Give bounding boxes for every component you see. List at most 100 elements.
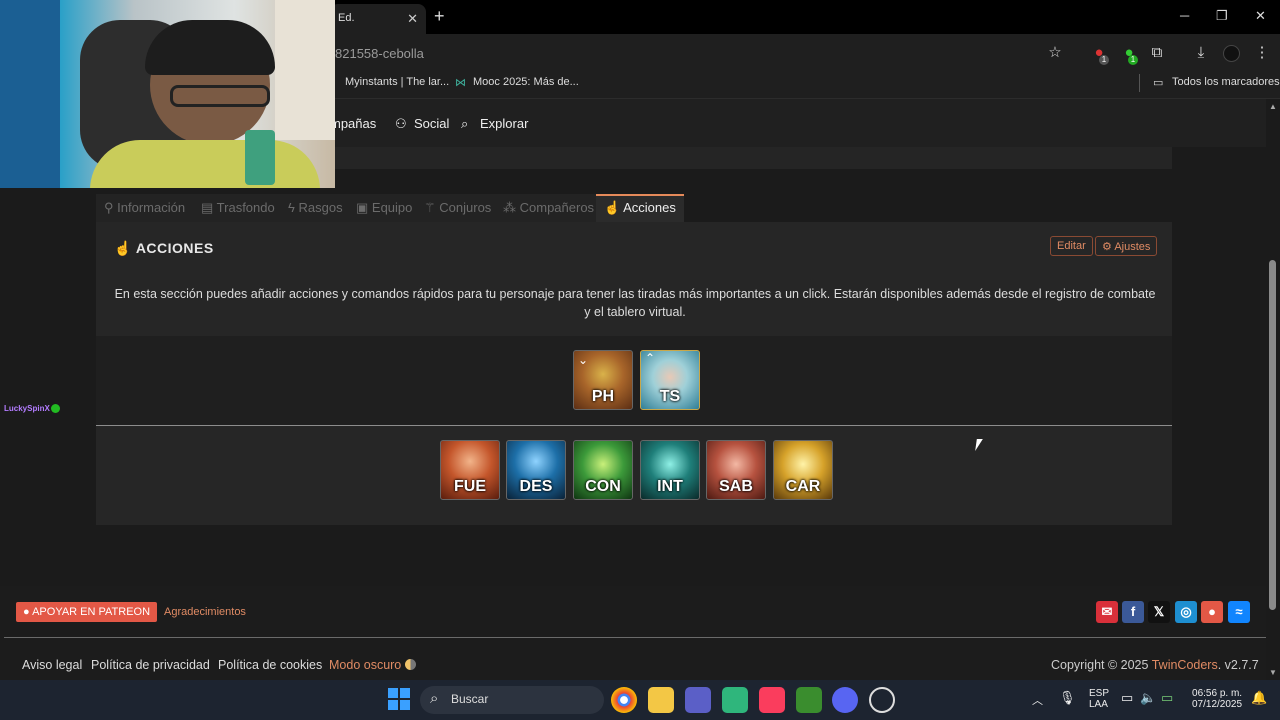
- taskbar: [0, 680, 1280, 720]
- search-icon: ⌕: [430, 690, 439, 707]
- puzzle-icon[interactable]: ⧉: [1148, 44, 1166, 62]
- x-icon[interactable]: 𝕏: [1148, 601, 1170, 623]
- thanks-link[interactable]: Agradecimientos: [164, 606, 246, 618]
- user-icon: ⚲: [104, 200, 118, 215]
- microphone-icon[interactable]: 🎙: [1059, 690, 1076, 706]
- restore-icon[interactable]: ❐: [1216, 8, 1228, 24]
- obs-icon[interactable]: [869, 687, 895, 713]
- facebook-icon[interactable]: f: [1122, 601, 1144, 623]
- instagram-icon[interactable]: ◎: [1175, 601, 1197, 623]
- tab-rasgos[interactable]: ϟ Rasgos: [280, 194, 351, 222]
- ability-fue[interactable]: FUE: [440, 440, 500, 500]
- close-tab-icon[interactable]: ✕: [407, 11, 418, 27]
- ability-con[interactable]: CON: [573, 440, 633, 500]
- search-icon: ⌕: [461, 116, 469, 131]
- folder-icon: ▭: [1153, 77, 1164, 89]
- ability-des[interactable]: DES: [506, 440, 566, 500]
- brand-link[interactable]: TwinCoders: [1152, 658, 1218, 672]
- privacy-link[interactable]: Política de privacidad: [91, 658, 210, 672]
- tab-trasfondo[interactable]: ▤ Trasfondo: [193, 194, 283, 222]
- close-window-icon[interactable]: ✕: [1255, 8, 1266, 24]
- tab-informacion[interactable]: ⚲ Información: [96, 194, 194, 222]
- browser-tab-title: Ed.: [338, 12, 355, 24]
- bookmarks-divider: [1139, 74, 1140, 92]
- notification-icon[interactable]: 🔔: [1251, 690, 1267, 706]
- chevron-up-icon: ⌃: [645, 351, 656, 365]
- music-icon[interactable]: [759, 687, 785, 713]
- quick-action-ph[interactable]: ⌄ PH: [573, 350, 633, 410]
- battery-icon[interactable]: ▭: [1161, 690, 1173, 706]
- users-icon: ⚇: [395, 116, 407, 131]
- tab-acciones[interactable]: ☝ Acciones: [596, 194, 684, 222]
- hand-pointer-icon: ☝: [114, 240, 136, 256]
- nav-explore[interactable]: Explorar: [480, 116, 528, 131]
- settings-button[interactable]: ⚙ Ajustes: [1095, 236, 1158, 256]
- tab-companeros[interactable]: ⁂ Compañeros: [495, 194, 603, 222]
- bluesky-icon[interactable]: ≈: [1228, 601, 1250, 623]
- network-icon[interactable]: ▭: [1121, 690, 1133, 706]
- book-icon: ▤: [201, 200, 217, 215]
- mooc-icon: ⋈: [455, 77, 466, 89]
- extension-badge-2: 1: [1128, 55, 1138, 65]
- ability-sab[interactable]: SAB: [706, 440, 766, 500]
- tab-equipo[interactable]: ▣ Equipo: [348, 194, 421, 222]
- menu-kebab-icon[interactable]: ⋮: [1253, 44, 1271, 62]
- chat-emote-icon: [51, 404, 60, 413]
- wand-icon: ⚚: [424, 200, 440, 215]
- mail-icon[interactable]: ✉: [1096, 601, 1118, 623]
- chrome-icon[interactable]: [611, 687, 637, 713]
- patreon-button[interactable]: ● APOYAR EN PATREON: [16, 602, 158, 622]
- discord-icon[interactable]: [832, 687, 858, 713]
- legal-link[interactable]: Aviso legal: [22, 658, 82, 672]
- all-bookmarks[interactable]: Todos los marcadores: [1172, 76, 1280, 88]
- dark-mode-toggle[interactable]: Modo oscuro: [329, 658, 416, 672]
- quick-actions-area: [96, 336, 1172, 426]
- teams-icon[interactable]: [685, 687, 711, 713]
- bolt-icon: ϟ: [288, 200, 299, 215]
- bookmark-mooc[interactable]: Mooc 2025: Más de...: [473, 76, 579, 88]
- edit-button[interactable]: Editar: [1050, 236, 1093, 256]
- gear-icon: ⚙: [1102, 241, 1115, 253]
- minecraft-icon[interactable]: [796, 687, 822, 713]
- quick-action-ts[interactable]: ⌃ TS: [640, 350, 700, 410]
- nav-social[interactable]: Social: [414, 116, 449, 131]
- footer-divider: [4, 637, 1266, 638]
- windows-start-icon[interactable]: [388, 688, 410, 710]
- patreon-icon: ●: [23, 606, 33, 618]
- browser-tab[interactable]: Ed. ✕: [330, 4, 426, 34]
- new-tab-icon[interactable]: +: [434, 6, 445, 27]
- cookies-link[interactable]: Política de cookies: [218, 658, 322, 672]
- ability-int[interactable]: INT: [640, 440, 700, 500]
- nav-campaigns[interactable]: mpañas: [330, 116, 376, 131]
- scroll-up-icon[interactable]: ▲: [1269, 102, 1277, 111]
- app-icon[interactable]: [722, 687, 748, 713]
- taskbar-search[interactable]: Buscar: [420, 686, 604, 714]
- tab-conjuros[interactable]: ⚚ Conjuros: [416, 194, 500, 222]
- file-explorer-icon[interactable]: [648, 687, 674, 713]
- scrollbar-thumb[interactable]: [1269, 260, 1276, 610]
- minimize-icon[interactable]: ─: [1180, 8, 1189, 23]
- ability-car[interactable]: CAR: [773, 440, 833, 500]
- hand-pointer-icon: ☝: [604, 200, 624, 215]
- clock[interactable]: 06:56 p. m. 07/12/2025: [1192, 688, 1242, 710]
- scroll-down-icon[interactable]: ▼: [1269, 668, 1277, 677]
- bookmark-star-icon[interactable]: ☆: [1046, 44, 1064, 62]
- copyright: Copyright © 2025 TwinCoders. v2.7.7: [1051, 658, 1259, 672]
- profile-avatar[interactable]: [1223, 45, 1240, 62]
- url-text[interactable]: 821558-cebolla: [335, 46, 424, 61]
- bookmark-myinstants[interactable]: Myinstants | The lar...: [345, 76, 449, 88]
- quick-action-ph-label: PH: [591, 388, 615, 405]
- briefcase-icon: ▣: [356, 200, 372, 215]
- webcam-overlay: [0, 0, 335, 188]
- volume-icon[interactable]: 🔈: [1140, 690, 1156, 706]
- paw-icon: ⁂: [503, 200, 520, 215]
- patreon-social-icon[interactable]: ●: [1201, 601, 1223, 623]
- language-indicator[interactable]: ESP LAA: [1089, 688, 1109, 710]
- tray-chevron-icon[interactable]: ︿: [1032, 692, 1043, 708]
- panel-description: En esta sección puedes añadir acciones y…: [114, 287, 1156, 319]
- half-moon-icon: [404, 659, 416, 670]
- chat-username: LuckySpinX :: [4, 404, 55, 413]
- download-icon[interactable]: ⤓: [1192, 44, 1210, 62]
- quick-action-ts-label: TS: [659, 388, 681, 405]
- panel-title: ☝ ACCIONES: [114, 240, 214, 256]
